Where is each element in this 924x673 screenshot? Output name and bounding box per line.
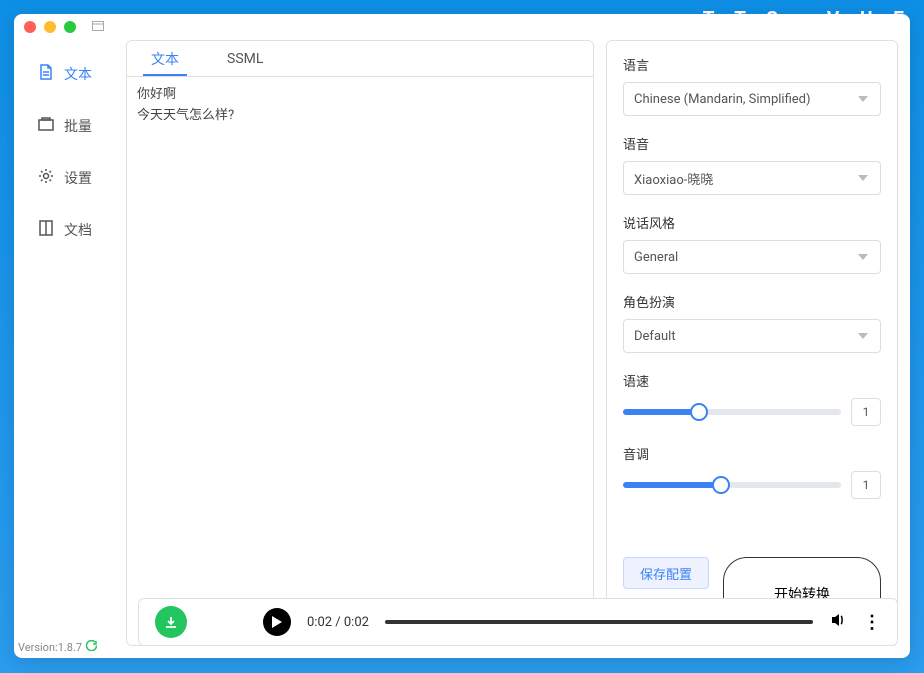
label-language: 语言 xyxy=(623,55,881,74)
book-icon xyxy=(38,220,54,240)
audio-time: 0:02 / 0:02 xyxy=(307,615,369,630)
center-panel: 文本 SSML xyxy=(126,40,594,646)
select-style[interactable]: General xyxy=(623,240,881,274)
select-language[interactable]: Chinese (Mandarin, Simplified) xyxy=(623,82,881,116)
window-icon xyxy=(92,21,104,34)
field-role: 角色扮演 Default xyxy=(623,292,881,353)
tabs: 文本 SSML xyxy=(127,41,593,77)
sidebar-item-label: 设置 xyxy=(64,168,92,188)
field-speed: 语速 1 xyxy=(623,371,881,426)
gear-icon xyxy=(38,168,54,188)
slider-pitch-value: 1 xyxy=(851,471,881,499)
folder-icon xyxy=(38,116,54,136)
close-button[interactable] xyxy=(24,21,36,33)
slider-pitch-row: 1 xyxy=(623,471,881,499)
slider-pitch[interactable] xyxy=(623,482,841,488)
label-speed: 语速 xyxy=(623,371,881,390)
volume-icon[interactable] xyxy=(829,611,847,633)
slider-speed-value: 1 xyxy=(851,398,881,426)
field-voice: 语音 Xiaoxiao-晓晓 xyxy=(623,134,881,195)
select-voice[interactable]: Xiaoxiao-晓晓 xyxy=(623,161,881,195)
slider-pitch-fill xyxy=(623,482,721,488)
more-icon[interactable]: ⋮ xyxy=(863,612,881,633)
slider-speed[interactable] xyxy=(623,409,841,415)
play-button[interactable] xyxy=(263,608,291,636)
slider-speed-fill xyxy=(623,409,699,415)
sidebar-item-label: 文档 xyxy=(64,220,92,240)
download-button[interactable] xyxy=(155,606,187,638)
sidebar-item-batch[interactable]: 批量 xyxy=(14,106,126,146)
select-role[interactable]: Default xyxy=(623,319,881,353)
field-language: 语言 Chinese (Mandarin, Simplified) xyxy=(623,55,881,116)
label-voice: 语音 xyxy=(623,134,881,153)
slider-speed-row: 1 xyxy=(623,398,881,426)
sidebar-item-docs[interactable]: 文档 xyxy=(14,210,126,250)
center-right: 文本 SSML 语言 Chinese (Mandarin, Simplified… xyxy=(126,40,898,646)
tab-ssml[interactable]: SSML xyxy=(203,41,287,76)
sidebar-item-label: 批量 xyxy=(64,116,92,136)
slider-speed-thumb[interactable] xyxy=(690,403,708,421)
label-style: 说话风格 xyxy=(623,213,881,232)
titlebar xyxy=(14,14,910,40)
sidebar: 文本 批量 设置 文档 xyxy=(14,40,126,646)
main-content: 文本 批量 设置 文档 文本 SSML xyxy=(14,40,910,658)
label-role: 角色扮演 xyxy=(623,292,881,311)
settings-panel: 语言 Chinese (Mandarin, Simplified) 语音 Xia… xyxy=(606,40,898,646)
version-label: Version:1.8.7 xyxy=(18,640,97,654)
label-pitch: 音调 xyxy=(623,444,881,463)
tab-text[interactable]: 文本 xyxy=(127,41,203,76)
audio-player: 0:02 / 0:02 ⋮ xyxy=(138,598,898,646)
field-style: 说话风格 General xyxy=(623,213,881,274)
text-input[interactable] xyxy=(127,77,593,645)
app-window: 文本 批量 设置 文档 文本 SSML xyxy=(14,14,910,658)
slider-pitch-thumb[interactable] xyxy=(712,476,730,494)
field-pitch: 音调 1 xyxy=(623,444,881,499)
sidebar-item-text[interactable]: 文本 xyxy=(14,54,126,94)
audio-progress[interactable] xyxy=(385,620,813,624)
sidebar-item-label: 文本 xyxy=(64,64,92,84)
document-icon xyxy=(38,64,54,84)
sidebar-item-settings[interactable]: 设置 xyxy=(14,158,126,198)
save-config-button[interactable]: 保存配置 xyxy=(623,557,709,589)
version-text: Version:1.8.7 xyxy=(18,641,82,654)
refresh-icon[interactable] xyxy=(86,640,97,654)
minimize-button[interactable] xyxy=(44,21,56,33)
maximize-button[interactable] xyxy=(64,21,76,33)
